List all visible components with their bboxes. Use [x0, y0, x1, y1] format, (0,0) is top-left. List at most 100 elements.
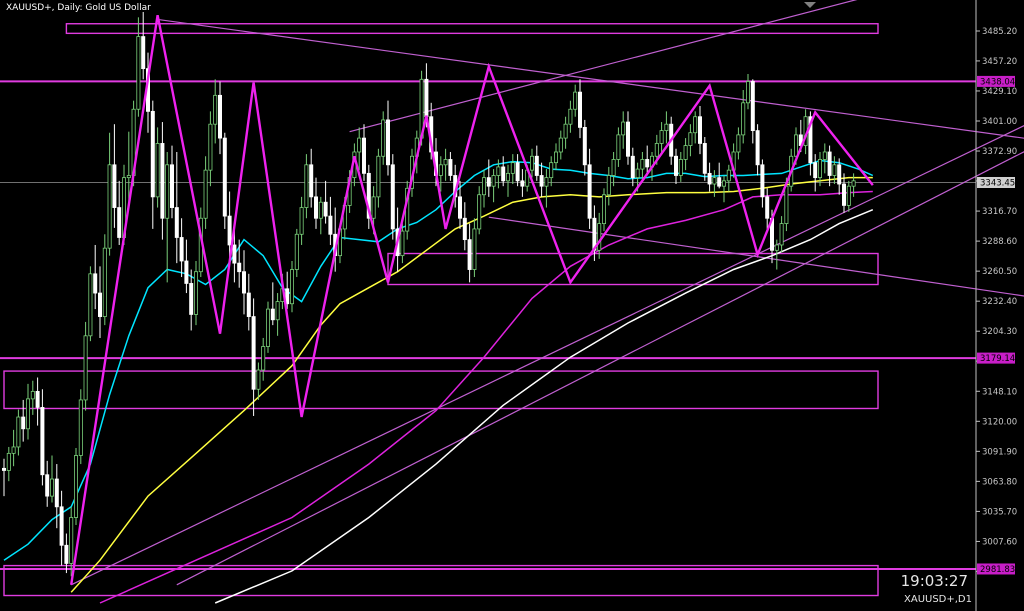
- candle-body-2: [11, 446, 16, 454]
- y-tick-label-12: 3148.10: [982, 387, 1017, 397]
- y-tick-label-0: 3485.20: [982, 27, 1017, 37]
- candle-body-8: [40, 407, 45, 476]
- candle-body-93: [448, 159, 453, 176]
- candle-body-106: [510, 162, 515, 174]
- candle-body-24: [117, 207, 122, 238]
- candle-body-163: [784, 185, 789, 224]
- candle-body-112: [539, 175, 544, 187]
- candle-body-65: [313, 196, 318, 219]
- candle-body-18: [88, 273, 93, 337]
- candle-body-147: [707, 172, 712, 185]
- y-tick-label-6: 3316.70: [982, 207, 1017, 217]
- candle-body-46: [222, 137, 227, 217]
- chart-canvas[interactable]: 3485.20 3457.20 3429.10 3401.00 3372.90 3316.…: [0, 0, 1024, 611]
- candle-body-88: [424, 78, 429, 118]
- candle-body-3: [16, 416, 21, 448]
- candle-body-143: [688, 132, 693, 146]
- candle-body-115: [554, 151, 559, 164]
- candle-body-128: [616, 134, 621, 160]
- candle-body-104: [501, 166, 506, 182]
- candle-body-55: [265, 308, 270, 347]
- candle-body-100: [481, 177, 486, 196]
- candle-body-120: [578, 91, 583, 128]
- candle-body-91: [438, 164, 443, 176]
- candle-body-156: [750, 81, 755, 132]
- candle-body-138: [664, 123, 669, 132]
- candle-body-96: [462, 217, 467, 241]
- candle-body-21: [102, 247, 107, 317]
- candle-body-108: [520, 180, 525, 187]
- candle-body-75: [361, 137, 366, 174]
- candle-body-117: [563, 123, 568, 139]
- candlesticks: [2, 11, 856, 577]
- candle-body-140: [674, 155, 679, 176]
- candle-body-103: [496, 166, 501, 176]
- candle-body-9: [45, 474, 50, 497]
- candle-body-118: [568, 108, 573, 125]
- candle-body-149: [717, 177, 722, 187]
- candle-body-113: [544, 177, 549, 187]
- candle-body-78: [376, 155, 381, 198]
- candle-body-127: [611, 159, 616, 176]
- candle-body-132: [635, 168, 640, 179]
- y-tick-label-3: 3401.00: [982, 117, 1017, 127]
- candle-body-13: [64, 544, 69, 564]
- candle-body-119: [573, 91, 578, 110]
- symbol-label: XAUUSD+,D1: [904, 594, 972, 605]
- candle-body-157: [755, 130, 760, 166]
- candle-body-0: [2, 467, 7, 471]
- candle-body-40: [193, 271, 198, 315]
- candle-body-136: [654, 143, 659, 157]
- candle-body-36: [174, 207, 179, 238]
- candle-body-68: [328, 215, 333, 235]
- candle-body-137: [659, 130, 664, 144]
- candle-body-52: [251, 316, 256, 390]
- candle-body-176: [846, 185, 851, 206]
- candle-body-4: [21, 416, 26, 430]
- candle-body-32: [155, 143, 160, 198]
- candle-body-130: [626, 121, 631, 157]
- candle-body-162: [779, 223, 784, 246]
- candle-body-177: [851, 180, 856, 187]
- candle-body-56: [270, 308, 275, 321]
- zone-1: [387, 252, 879, 286]
- candle-body-122: [587, 164, 592, 219]
- candle-body-23: [112, 164, 117, 208]
- candle-body-35: [169, 164, 174, 208]
- candle-body-28: [136, 36, 141, 110]
- ma-white: [214, 209, 874, 604]
- zone-2: [3, 370, 879, 410]
- candle-body-116: [558, 137, 563, 153]
- candle-body-155: [746, 81, 751, 104]
- candle-body-39: [189, 283, 194, 315]
- price-axis: 3485.20 3457.20 3429.10 3401.00 3372.90 3316.…: [976, 27, 1017, 572]
- candle-body-64: [309, 164, 314, 198]
- candle-body-95: [457, 196, 462, 219]
- candle-body-20: [98, 292, 103, 317]
- candle-body-133: [640, 159, 645, 170]
- candle-body-174: [837, 164, 842, 185]
- candle-body-170: [818, 159, 823, 179]
- y-tick-label-8: 3260.50: [982, 267, 1017, 277]
- level-tag-2-label: 2981.83: [980, 565, 1015, 575]
- candle-body-45: [217, 94, 222, 139]
- candle-body-125: [602, 194, 607, 224]
- candle-body-66: [318, 201, 323, 219]
- candle-body-144: [693, 116, 698, 134]
- y-tick-label-1: 3457.20: [982, 57, 1017, 67]
- candle-body-92: [443, 159, 448, 166]
- candle-body-51: [246, 292, 251, 317]
- ma-cyan: [3, 159, 874, 561]
- trendline-3: [70, 125, 1024, 586]
- y-tick-label-13: 3120.00: [982, 417, 1017, 427]
- candle-body-175: [842, 183, 847, 206]
- candle-body-67: [323, 201, 328, 217]
- candle-body-42: [203, 169, 208, 219]
- candle-body-33: [160, 143, 165, 219]
- chart-window[interactable]: 3485.20 3457.20 3429.10 3401.00 3372.90 3316.…: [0, 0, 1024, 611]
- trendline-1: [488, 216, 1024, 297]
- candle-body-124: [597, 223, 602, 251]
- chart-title: XAUUSD+, Daily: Gold US Dollar: [6, 3, 151, 13]
- scroll-marker-icon[interactable]: [804, 2, 816, 8]
- candle-body-79: [381, 119, 386, 157]
